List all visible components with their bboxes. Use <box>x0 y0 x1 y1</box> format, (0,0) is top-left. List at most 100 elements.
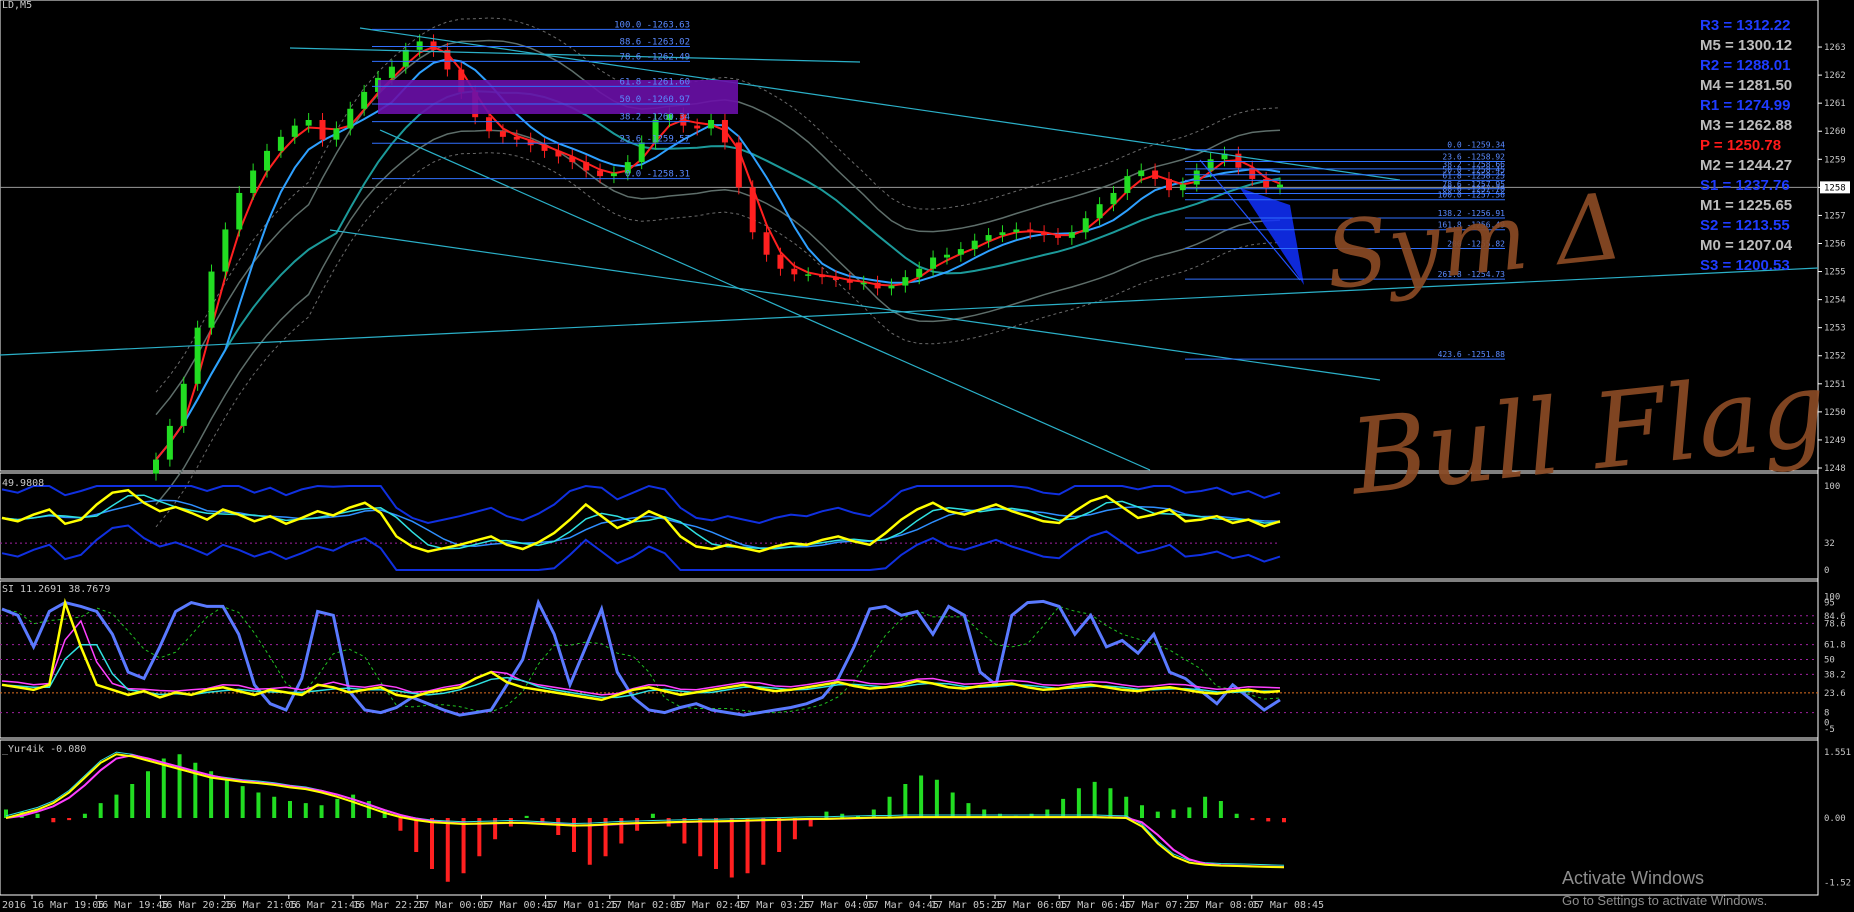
macd-histogram-bar <box>698 818 703 857</box>
price-tick-label: 1257 <box>1824 211 1846 221</box>
macd-histogram-bar <box>1124 796 1129 818</box>
fib-level-label: 88.6 -1263.02 <box>620 37 690 47</box>
price-tick-label: 1255 <box>1824 268 1846 278</box>
macd-histogram-bar <box>650 813 655 818</box>
candle-body <box>1179 184 1186 191</box>
candle-body <box>1165 178 1172 191</box>
macd-histogram-bar <box>414 818 419 852</box>
fib-level-label: 100.0 -1263.63 <box>614 20 690 30</box>
candle-body <box>1138 170 1145 177</box>
fib-level-label: 38.2 -1260.34 <box>620 113 690 123</box>
macd-histogram-bar <box>950 792 955 818</box>
stoch-tick-label: 100 <box>1824 482 1840 492</box>
candle-body <box>1249 167 1256 179</box>
time-tick-label: 17 Mar 08:05 <box>1188 900 1260 911</box>
candle-body <box>930 257 937 269</box>
macd-histogram-bar <box>335 798 340 818</box>
candle-body <box>957 249 964 255</box>
rsi-tick-label: 95 <box>1824 599 1835 609</box>
macd-histogram-bar <box>1266 818 1271 822</box>
candle-body <box>486 117 493 132</box>
macd-histogram-bar <box>398 818 403 831</box>
candle-body <box>1054 235 1061 238</box>
macd-histogram-bar <box>1282 818 1286 823</box>
macd-histogram-bar <box>1155 811 1160 818</box>
time-tick-label: 16 Mar 20:25 <box>160 900 232 911</box>
macd-histogram-bar <box>761 818 766 865</box>
pivot-level: S3 = 1200.53 <box>1700 257 1790 274</box>
candle-body <box>236 192 243 230</box>
current-price-label: 1258 <box>1824 183 1846 193</box>
candle-body <box>333 128 340 140</box>
macd-histogram-bar <box>1187 807 1192 818</box>
candle-body <box>860 282 867 285</box>
time-tick-label: 17 Mar 02:45 <box>674 900 746 911</box>
macd-histogram-bar <box>556 818 561 835</box>
candle-body <box>180 383 187 426</box>
pivot-level: M0 = 1207.04 <box>1700 237 1793 254</box>
macd-histogram-bar <box>1092 781 1097 818</box>
macd-histogram-bar <box>51 818 56 823</box>
candle-body <box>971 240 978 250</box>
macd-histogram-bar <box>130 784 135 818</box>
macd-histogram-bar <box>1076 788 1081 818</box>
macd-histogram-bar <box>82 813 87 818</box>
macd-histogram-bar <box>288 801 292 818</box>
candle-body <box>1013 229 1020 233</box>
fib-level-label: 78.6 -1262.49 <box>620 52 690 62</box>
candle-body <box>499 131 506 137</box>
rsi-tick-label: 38.2 <box>1824 670 1846 680</box>
candle-body <box>1068 232 1075 238</box>
time-tick-label: 17 Mar 02:05 <box>610 900 682 911</box>
fib-level-label: 23.6 -1259.57 <box>620 134 690 144</box>
price-tick-label: 1251 <box>1824 380 1846 390</box>
candle-body <box>597 170 604 177</box>
time-tick-label: 16 Mar 19:45 <box>96 900 168 911</box>
pivot-level: M5 = 1300.12 <box>1700 37 1793 54</box>
candle-body <box>638 142 645 163</box>
rsi-tick-label: 50 <box>1824 656 1835 666</box>
macd-tick-label: 0.00 <box>1824 814 1846 824</box>
candle-body <box>388 66 395 78</box>
stoch-tick-label: 0 <box>1824 566 1829 576</box>
time-tick-label: 16 Mar 21:05 <box>225 900 297 911</box>
candle-body <box>763 232 770 255</box>
candle-body <box>888 285 895 289</box>
candle-body <box>555 150 562 157</box>
time-tick-label: 17 Mar 00:45 <box>481 900 553 911</box>
macd-histogram-bar <box>256 792 261 818</box>
pivot-level: S1 = 1237.76 <box>1700 177 1790 194</box>
time-tick-label: 17 Mar 04:45 <box>867 900 939 911</box>
time-tick-label: 16 Mar 21:45 <box>289 900 361 911</box>
macd-histogram-bar <box>272 796 277 818</box>
candle-body <box>583 162 590 171</box>
macd-histogram-bar <box>224 779 229 818</box>
macd-histogram-bar <box>161 758 166 818</box>
candle-body <box>805 274 812 276</box>
candle-body <box>791 268 798 275</box>
rsi-tick-label: 78.6 <box>1824 619 1846 629</box>
candle-body <box>1277 184 1283 188</box>
pivot-levels-list: R3 = 1312.22 M5 = 1300.12 R2 = 1288.01 M… <box>1700 16 1792 276</box>
candle-body <box>721 120 728 143</box>
macd-histogram-bar <box>919 775 924 818</box>
macd-histogram-bar <box>1171 809 1176 818</box>
candle-body <box>694 125 701 129</box>
candle-body <box>402 49 409 67</box>
candle-body <box>153 459 159 474</box>
price-tick-label: 1260 <box>1824 127 1846 137</box>
macd-histogram-bar <box>461 818 466 874</box>
macd-histogram-bar <box>1140 805 1144 818</box>
candle-body <box>902 277 909 286</box>
symbol-label: LD,M5 <box>2 0 33 11</box>
pivot-level: S2 = 1213.55 <box>1700 217 1790 234</box>
candle-body <box>277 136 284 151</box>
macd-histogram-bar <box>934 779 939 818</box>
candle-body <box>832 277 839 280</box>
macd-histogram-bar <box>146 771 150 818</box>
price-tick-label: 1254 <box>1824 296 1846 306</box>
macd-panel-label: _Yur4ik -0.080 <box>2 744 87 755</box>
macd-histogram-bar <box>303 803 308 818</box>
pivot-level: R3 = 1312.22 <box>1700 17 1791 34</box>
macd-histogram-bar <box>903 784 908 818</box>
